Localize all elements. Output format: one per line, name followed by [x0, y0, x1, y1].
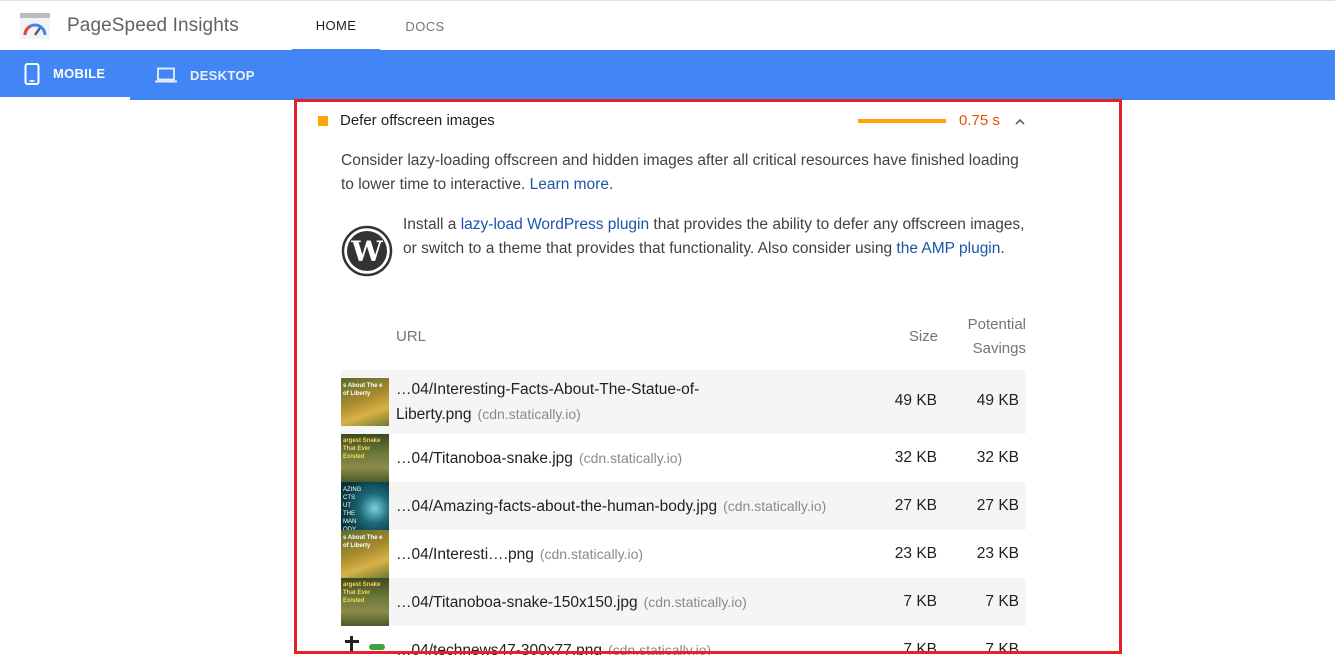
table-row: s About The e of Liberty …04/Interesting…: [341, 370, 1026, 434]
url-cell[interactable]: …04/Titanoboa-snake-150x150.jpg (cdn.stat…: [396, 590, 747, 615]
tab-mobile[interactable]: MOBILE: [0, 50, 130, 100]
url-cell[interactable]: …04/Amazing-facts-about-the-human-body.j…: [396, 494, 826, 519]
laptop-icon: [155, 67, 177, 83]
thumbnail-image: s About The e of Liberty: [341, 530, 389, 578]
column-header-savings: Potential Savings: [950, 313, 1026, 361]
device-toolbar: MOBILE DESKTOP: [0, 50, 1335, 100]
table-row: AZING CTS UT THE MAN ODY …04/Amazing-fac…: [341, 482, 1026, 530]
savings-cell: 23 KB: [976, 545, 1019, 562]
url-host: (cdn.statically.io): [477, 406, 581, 422]
size-cell: 27 KB: [894, 497, 937, 514]
url-text: …04/Amazing-facts-about-the-human-body.j…: [396, 498, 718, 515]
tab-mobile-label: MOBILE: [53, 66, 106, 81]
thumbnail-image: [341, 626, 389, 655]
table-row: argest Snake That Ever Existed …04/Titan…: [341, 578, 1026, 626]
size-cell: 23 KB: [894, 545, 937, 562]
url-text: …04/Titanoboa-snake-150x150.jpg: [396, 594, 638, 611]
amp-plugin-link[interactable]: the AMP plugin: [896, 240, 1000, 257]
top-app-bar: PageSpeed Insights HOME DOCS: [0, 0, 1335, 51]
thumbnail-image: argest Snake That Ever Existed: [341, 434, 389, 482]
chevron-up-icon[interactable]: [1012, 114, 1028, 130]
size-cell: 49 KB: [894, 392, 937, 409]
size-cell: 32 KB: [894, 449, 937, 466]
url-cell[interactable]: …04/technews47-300x77.png (cdn.statically…: [396, 638, 711, 655]
savings-bar: [858, 119, 946, 123]
savings-cell: 49 KB: [976, 392, 1019, 409]
url-text-line1: …04/Interesting-Facts-About-The-Statue-o…: [396, 381, 700, 398]
table-row: argest Snake That Ever Existed …04/Titan…: [341, 434, 1026, 482]
savings-cell: 32 KB: [976, 449, 1019, 466]
table-row: …04/technews47-300x77.png (cdn.statically…: [341, 626, 1026, 655]
learn-more-link[interactable]: Learn more: [530, 176, 609, 193]
url-host: (cdn.statically.io): [578, 450, 683, 466]
audit-title: Defer offscreen images: [340, 112, 495, 129]
audit-description-text: Consider lazy-loading offscreen and hidd…: [341, 152, 1019, 193]
column-header-savings-line1: Potential: [967, 316, 1026, 333]
tab-desktop-label: DESKTOP: [190, 67, 255, 83]
audit-savings-value: 0.75 s: [959, 112, 1000, 129]
thumbnail-image: AZING CTS UT THE MAN ODY: [341, 482, 389, 530]
column-header-savings-line2: Savings: [972, 340, 1026, 357]
url-host: (cdn.statically.io): [643, 594, 747, 610]
url-host: (cdn.statically.io): [539, 546, 644, 562]
savings-cell: 7 KB: [985, 593, 1019, 610]
url-text: …04/technews47-300x77.png: [396, 642, 602, 655]
wordpress-logo-icon: W: [341, 225, 393, 277]
url-text: …04/Titanoboa-snake.jpg: [396, 450, 573, 467]
savings-cell: 27 KB: [976, 497, 1019, 514]
thumbnail-image: s About The e of Liberty: [341, 378, 389, 426]
url-cell[interactable]: …04/Interesti….png (cdn.statically.io): [396, 542, 643, 567]
savings-cell: 7 KB: [985, 641, 1019, 655]
tab-desktop[interactable]: DESKTOP: [155, 50, 275, 100]
warning-square-icon: [318, 116, 328, 126]
pagespeed-logo-icon[interactable]: [20, 13, 50, 39]
app-title: PageSpeed Insights: [67, 15, 239, 36]
column-header-size: Size: [908, 328, 938, 345]
url-text-line2: Liberty.png: [396, 406, 472, 423]
smartphone-icon: [24, 62, 40, 85]
audit-description: Consider lazy-loading offscreen and hidd…: [341, 152, 1019, 193]
audit-header[interactable]: Defer offscreen images 0.75 s: [310, 104, 1040, 138]
column-header-url: URL: [396, 328, 427, 345]
url-cell[interactable]: …04/Interesting-Facts-About-The-Statue-o…: [396, 378, 699, 427]
size-cell: 7 KB: [903, 593, 937, 610]
table-row: s About The e of Liberty …04/Interesti….…: [341, 530, 1026, 578]
wordpress-hint: Install a lazy-load WordPress plugin tha…: [403, 213, 1028, 261]
url-text: …04/Interesti….png: [396, 546, 534, 563]
url-host: (cdn.statically.io): [607, 642, 712, 655]
wp-hint-suffix: .: [1000, 240, 1005, 257]
thumbnail-image: argest Snake That Ever Existed: [341, 578, 389, 626]
lazy-load-plugin-link[interactable]: lazy-load WordPress plugin: [461, 216, 649, 233]
wp-hint-prefix: Install a: [403, 216, 461, 233]
tab-docs[interactable]: DOCS: [385, 1, 465, 51]
url-cell[interactable]: …04/Titanoboa-snake.jpg (cdn.statically.i…: [396, 446, 682, 471]
size-cell: 7 KB: [903, 641, 937, 655]
url-host: (cdn.statically.io): [723, 498, 827, 514]
svg-text:W: W: [350, 235, 383, 268]
tab-home[interactable]: HOME: [292, 1, 380, 51]
